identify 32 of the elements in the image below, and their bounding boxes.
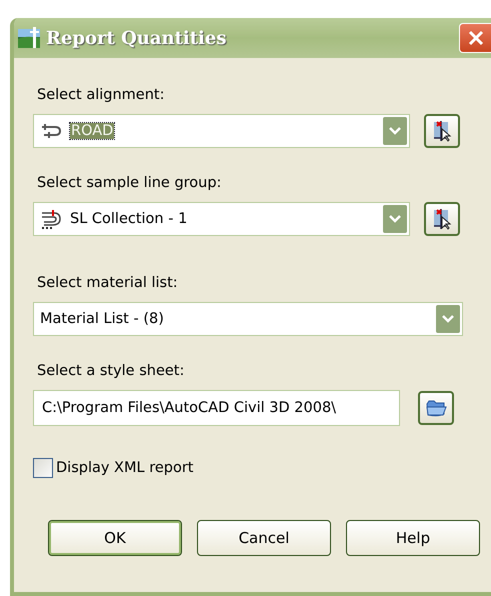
browse-button[interactable] bbox=[418, 391, 454, 425]
pick-cursor-icon bbox=[432, 120, 452, 142]
close-button[interactable] bbox=[459, 23, 491, 53]
pick-from-drawing-button[interactable] bbox=[424, 114, 460, 148]
checkbox-label: Display XML report bbox=[56, 460, 194, 476]
dropdown-arrow-button[interactable] bbox=[383, 117, 407, 145]
dialog-button[interactable]: Help bbox=[346, 520, 480, 556]
chevron-down-icon bbox=[389, 127, 401, 135]
dropdown-value: ROAD bbox=[70, 123, 114, 139]
dropdown-value: SL Collection - 1 bbox=[70, 211, 188, 227]
dialog-button[interactable]: OK bbox=[48, 520, 182, 556]
field-label: Select alignment: bbox=[37, 86, 166, 104]
alignment-icon bbox=[40, 123, 64, 139]
chevron-down-icon bbox=[442, 315, 454, 323]
dropdown-field[interactable]: Material List - (8) bbox=[33, 302, 463, 336]
dropdown-value: Material List - (8) bbox=[40, 311, 165, 327]
folder-icon bbox=[425, 398, 447, 418]
pick-cursor-icon bbox=[432, 208, 452, 230]
window-title: Report Quantities bbox=[46, 28, 228, 48]
close-icon bbox=[466, 29, 484, 47]
pick-from-drawing-button[interactable] bbox=[424, 202, 460, 236]
checkbox[interactable] bbox=[33, 458, 53, 478]
field-label: Select material list: bbox=[37, 274, 179, 292]
road-landscape-icon bbox=[18, 27, 40, 49]
dialog-button[interactable]: Cancel bbox=[197, 520, 331, 556]
dropdown-arrow-button[interactable] bbox=[436, 305, 460, 333]
field-label: Select a style sheet: bbox=[37, 362, 186, 380]
chevron-down-icon bbox=[389, 215, 401, 223]
dropdown-arrow-button[interactable] bbox=[383, 205, 407, 233]
dropdown-field[interactable]: SL Collection - 1 bbox=[33, 202, 410, 236]
field-label: Select sample line group: bbox=[37, 174, 222, 192]
path-field[interactable]: C:\Program Files\AutoCAD Civil 3D 2008\ bbox=[33, 390, 400, 426]
